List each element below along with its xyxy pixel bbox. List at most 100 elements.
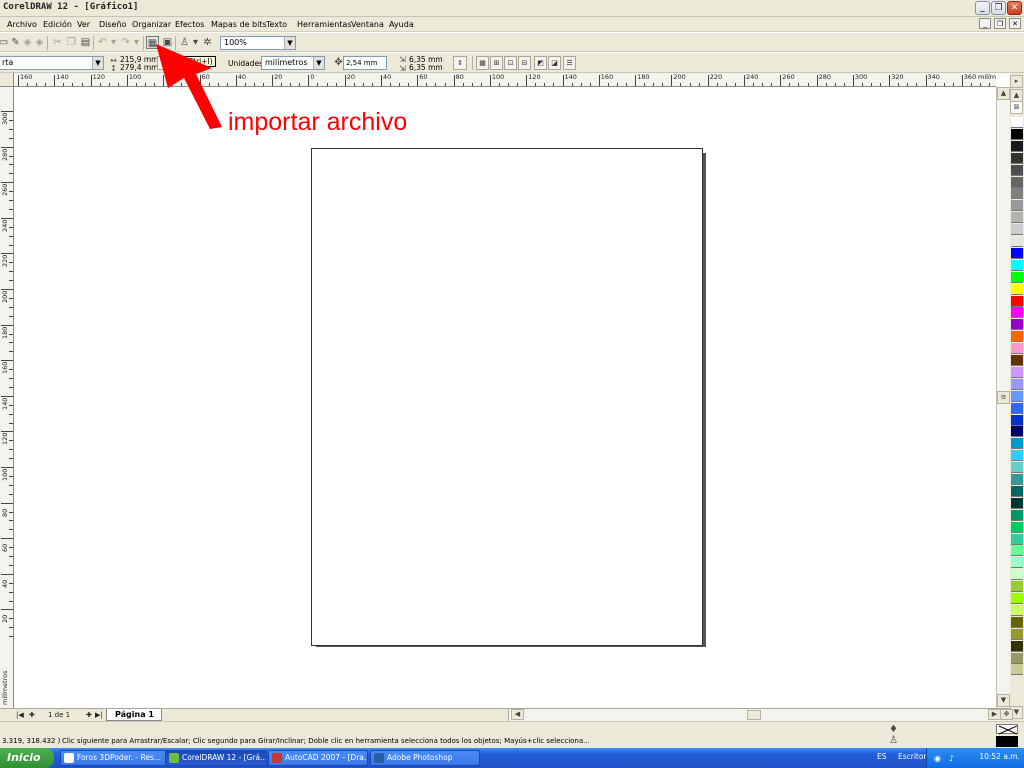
color-swatch[interactable]: [1011, 117, 1023, 128]
guideline-snap-icon[interactable]: ⊞: [490, 56, 503, 70]
color-swatch[interactable]: [1011, 402, 1023, 414]
menu-efectos[interactable]: Efectos: [175, 20, 204, 29]
units-combo[interactable]: milímetros ▼: [261, 56, 325, 70]
doc-minimize-button[interactable]: _: [979, 18, 991, 29]
object-snap-icon[interactable]: ⊡: [504, 56, 517, 70]
task-autocad[interactable]: AutoCAD 2007 - [Dra...: [268, 750, 368, 766]
menu-edicion[interactable]: Edición: [43, 20, 72, 29]
treat-as-filled-icon[interactable]: ◩: [534, 56, 547, 70]
color-swatch[interactable]: [1011, 462, 1023, 474]
color-swatch[interactable]: [1011, 366, 1023, 378]
transform-fill-icon[interactable]: ◪: [548, 56, 561, 70]
color-swatch[interactable]: [1011, 236, 1023, 247]
first-page-icon[interactable]: |◀: [16, 710, 24, 721]
network-icon[interactable]: ◉: [931, 752, 944, 765]
color-swatch[interactable]: [1011, 152, 1023, 164]
color-swatch[interactable]: [1011, 283, 1023, 295]
palette-flyout-icon[interactable]: ▸: [1010, 75, 1023, 88]
color-swatch[interactable]: [1011, 593, 1023, 604]
start-button[interactable]: Inicio: [0, 748, 54, 768]
spin-arrows-icon[interactable]: ⇕: [453, 56, 467, 70]
color-swatch[interactable]: [1011, 652, 1023, 664]
vertical-scrollbar[interactable]: ▲ ≡ ▼: [996, 87, 1010, 708]
color-swatch[interactable]: [1011, 295, 1023, 307]
color-swatch[interactable]: [1011, 438, 1023, 450]
navigator-icon[interactable]: ✥: [1000, 709, 1013, 720]
color-swatch[interactable]: [1011, 164, 1023, 176]
color-swatch[interactable]: [1011, 414, 1023, 426]
chevron-down-icon[interactable]: ▼: [92, 57, 103, 69]
last-page-icon[interactable]: ▶|: [95, 710, 103, 721]
menu-ventana[interactable]: Ventana: [351, 20, 384, 29]
paste-icon[interactable]: ▤: [79, 36, 92, 49]
scroll-up-icon[interactable]: ▲: [997, 87, 1010, 100]
color-swatch[interactable]: [1011, 390, 1023, 402]
cut-icon[interactable]: ✂: [51, 36, 64, 49]
language-indicator[interactable]: ES: [877, 752, 887, 761]
chevron-down-icon[interactable]: ▼: [313, 57, 324, 69]
color-swatch[interactable]: [1011, 640, 1023, 652]
color-swatch[interactable]: [1011, 343, 1023, 355]
color-swatch[interactable]: [1011, 271, 1023, 283]
paper-type-combo[interactable]: rta ▼: [0, 56, 104, 70]
color-swatch[interactable]: [1011, 497, 1023, 509]
copy-icon[interactable]: ❐: [65, 36, 78, 49]
redo-dropdown-icon[interactable]: ▾: [130, 36, 143, 49]
close-button[interactable]: ✕: [1007, 1, 1022, 15]
ruler-corner[interactable]: [0, 73, 14, 87]
task-foros[interactable]: Foros 3DPoder. - Res...: [60, 750, 178, 766]
color-swatch[interactable]: [1011, 521, 1023, 533]
color-swatch[interactable]: [1011, 140, 1023, 152]
doc-restore-button[interactable]: ❐: [994, 18, 1006, 29]
color-swatch[interactable]: [1011, 247, 1023, 259]
color-swatch[interactable]: [1011, 355, 1023, 366]
color-swatch[interactable]: [1011, 474, 1023, 485]
color-swatch[interactable]: [1011, 581, 1023, 593]
menu-ver[interactable]: Ver: [77, 20, 90, 29]
menu-mapas-de-bits[interactable]: Mapas de bits: [211, 20, 267, 29]
doc-close-button[interactable]: ✕: [1009, 18, 1021, 29]
color-swatch[interactable]: [1011, 331, 1023, 343]
color-swatch[interactable]: [1011, 450, 1023, 462]
horizontal-scrollbar[interactable]: ◀ ▶ ✥: [508, 709, 1013, 721]
duplicate-y-field[interactable]: 6,35 mm: [409, 63, 443, 72]
vertical-ruler[interactable]: 300 280 260 240 220 200 180 160 140 120 100 80 60 40 2…: [0, 87, 14, 708]
maximize-button[interactable]: ❐: [991, 1, 1006, 15]
scroll-left-icon[interactable]: ◀: [511, 709, 524, 720]
page[interactable]: [311, 148, 703, 646]
color-swatch[interactable]: [1011, 664, 1023, 676]
page-count[interactable]: 1 de 1: [48, 710, 70, 721]
outline-indicator[interactable]: [996, 736, 1018, 747]
color-swatch[interactable]: [1011, 307, 1023, 319]
add-page-after-icon[interactable]: ✚: [86, 710, 92, 721]
color-swatch[interactable]: [1011, 569, 1023, 581]
menu-archivo[interactable]: Archivo: [7, 20, 37, 29]
color-swatch[interactable]: [1011, 176, 1023, 188]
volume-icon[interactable]: ♪: [945, 752, 958, 765]
color-swatch[interactable]: [1011, 378, 1023, 390]
page-tab[interactable]: Página 1: [106, 709, 162, 721]
options-icon[interactable]: ☰: [563, 56, 576, 70]
color-swatch[interactable]: [1011, 509, 1023, 521]
color-swatch[interactable]: [1011, 200, 1023, 212]
fill-indicator[interactable]: [996, 724, 1018, 735]
task-photoshop[interactable]: Adobe Photoshop: [370, 750, 480, 766]
grid-snap-icon[interactable]: ▦: [476, 56, 489, 70]
chevron-down-icon[interactable]: ▼: [284, 37, 295, 49]
color-swatch[interactable]: [1011, 616, 1023, 628]
color-swatch[interactable]: [1011, 557, 1023, 569]
menu-texto[interactable]: Texto: [266, 20, 287, 29]
scroll-thumb[interactable]: ≡: [997, 391, 1010, 404]
color-swatch[interactable]: [1011, 259, 1023, 271]
add-page-before-icon[interactable]: ✚: [29, 710, 35, 721]
color-swatch[interactable]: [1011, 545, 1023, 557]
scroll-down-icon[interactable]: ▼: [997, 694, 1010, 707]
menu-herramientas[interactable]: Herramientas: [297, 20, 352, 29]
scroll-thumb[interactable]: [747, 710, 761, 720]
menu-organizar[interactable]: Organizar: [132, 20, 171, 29]
minimize-button[interactable]: _: [975, 1, 990, 15]
menu-ayuda[interactable]: Ayuda: [389, 20, 414, 29]
color-swatch[interactable]: [1011, 426, 1023, 438]
color-swatch[interactable]: [1011, 604, 1023, 616]
task-coreldraw[interactable]: CorelDRAW 12 - [Grá...: [165, 750, 267, 766]
